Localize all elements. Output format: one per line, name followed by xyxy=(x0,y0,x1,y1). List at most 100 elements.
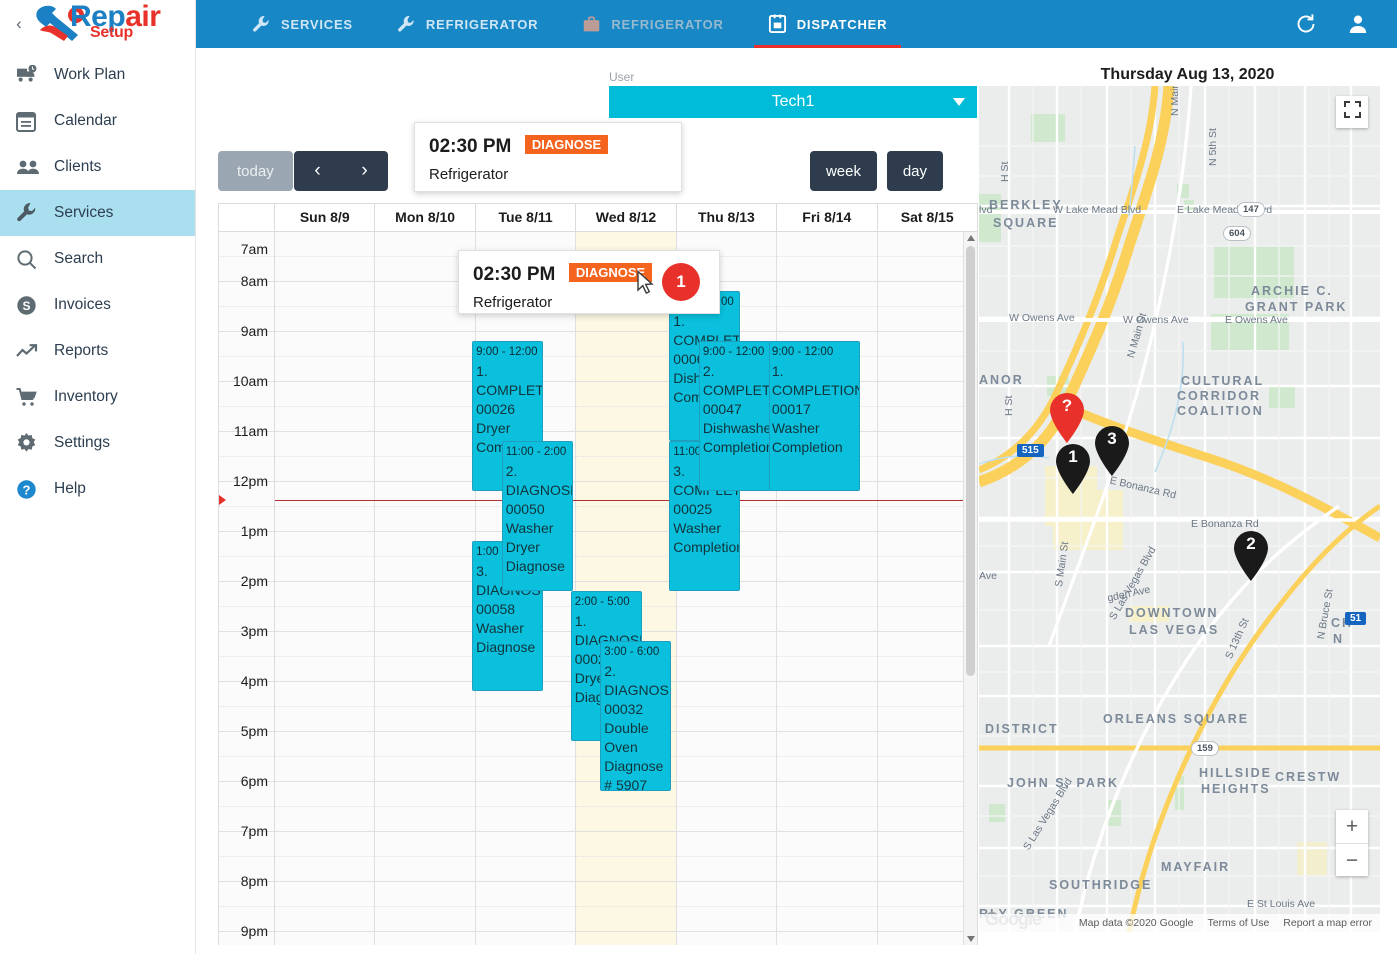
sidebar-item-label: Reports xyxy=(54,342,109,359)
tab-services[interactable]: SERVICES xyxy=(252,0,353,48)
map-label: SOUTHRIDGE xyxy=(1049,878,1153,892)
map-date-title: Thursday Aug 13, 2020 xyxy=(1100,66,1275,83)
map-street-label: lvd xyxy=(979,204,993,216)
event-detail-popup-top[interactable]: 02:30 PM DIAGNOSE Refrigerator xyxy=(414,122,682,192)
sidebar-item-settings[interactable]: Settings xyxy=(0,420,195,466)
time-gutter-header xyxy=(219,204,275,231)
prev-week-button[interactable]: ‹ xyxy=(294,151,341,191)
app-root: ‹ Repair Setup Work Plan Calendar Client… xyxy=(0,0,1397,954)
truck-clock-icon xyxy=(16,65,50,85)
calendar-event[interactable]: 9:00 - 12:00 1. COMPLETION 00017 Washer C… xyxy=(767,341,860,491)
people-icon xyxy=(16,159,50,175)
calendar-icon xyxy=(768,14,787,34)
map-label: ORLEANS SQUARE xyxy=(1103,712,1250,726)
day-header-mon: Mon 8/10 xyxy=(375,204,476,231)
scrollbar-up-arrow[interactable] xyxy=(967,235,975,241)
map-street-label: Ave xyxy=(979,570,997,582)
tab-dispatcher[interactable]: DISPATCHER xyxy=(753,0,901,48)
next-week-button[interactable]: › xyxy=(341,151,388,191)
sidebar-item-search[interactable]: Search xyxy=(0,236,195,282)
hour-label: 12pm xyxy=(232,473,268,489)
map-label: CULTURAL xyxy=(1181,374,1265,388)
map-zoom-in-button[interactable]: + xyxy=(1336,810,1368,843)
map-street-label-h-st-2: H St xyxy=(1003,395,1015,416)
map-pin-1[interactable]: 1 xyxy=(1053,443,1093,495)
hour-label: 3pm xyxy=(240,623,268,639)
sidebar-item-label: Invoices xyxy=(54,296,111,313)
map-pin-unassigned[interactable]: ? xyxy=(1047,392,1087,444)
calendar-icon xyxy=(16,111,50,132)
event-time: 9:00 - 12:00 xyxy=(476,346,538,358)
briefcase-icon xyxy=(582,15,601,34)
sidebar-item-label: Work Plan xyxy=(54,66,126,83)
week-view-button[interactable]: week xyxy=(809,151,877,191)
hour-label: 7am xyxy=(240,241,268,257)
calendar-nav-group: ‹ › xyxy=(294,151,388,191)
sidebar-item-inventory[interactable]: Inventory xyxy=(0,374,195,420)
popup-time: 02:30 PM xyxy=(473,264,556,285)
day-view-button[interactable]: day xyxy=(886,151,943,191)
dispatch-map[interactable]: BERKLEY SQUARE ARCHIE C. GRANT PARK CULT… xyxy=(979,86,1380,932)
map-pin-2[interactable]: 2 xyxy=(1231,530,1271,582)
hour-label: 7pm xyxy=(240,823,268,839)
day-header-wed: Wed 8/12 xyxy=(576,204,677,231)
calendar-scrollbar[interactable] xyxy=(963,232,977,945)
popup-time: 02:30 PM xyxy=(429,136,512,157)
map-label: ARCHIE C. xyxy=(1251,284,1333,298)
popup-body-text: Refrigerator xyxy=(429,166,509,183)
map-pin-label: 2 xyxy=(1246,534,1256,553)
tab-bar: SERVICES REFRIGERATOR REFRIGERATOR DISPA… xyxy=(196,0,1397,48)
map-street-label-n5th: N 5th St xyxy=(1207,128,1219,166)
map-report-error-link[interactable]: Report a map error xyxy=(1283,917,1372,929)
chevron-down-icon xyxy=(953,98,965,106)
map-pin-3[interactable]: 3 xyxy=(1092,425,1132,477)
question-circle-icon: ? xyxy=(16,479,50,500)
calendar-event[interactable]: 3:00 - 6:00 2. DIAGNOSE 00032 Double Oven… xyxy=(600,641,672,791)
wrench-icon xyxy=(252,15,271,34)
user-select-dropdown[interactable]: Tech1 xyxy=(609,86,977,118)
map-zoom-out-button[interactable]: − xyxy=(1336,844,1368,877)
hour-label: 2pm xyxy=(240,573,268,589)
calendar-body: 7am 8am 9am 10am 11am 12pm 1pm 2pm 3pm 4pm 5pm 6pm 7… xyxy=(219,232,977,945)
user-account-icon[interactable] xyxy=(1347,13,1369,35)
sidebar-item-clients[interactable]: Clients xyxy=(0,144,195,190)
sidebar-item-invoices[interactable]: S Invoices xyxy=(0,282,195,328)
user-select-value: Tech1 xyxy=(771,93,815,110)
scrollbar-down-arrow[interactable] xyxy=(967,936,975,942)
tab-label: DISPATCHER xyxy=(796,16,888,32)
hour-label: 8am xyxy=(240,273,268,289)
map-zoom-control: + − xyxy=(1336,810,1368,876)
sidebar-collapse-button[interactable]: ‹ xyxy=(8,13,30,35)
calendar-event[interactable]: 11:00 - 2:00 2. DIAGNOSE 00050 Washer Dry… xyxy=(501,441,573,591)
hour-label: 9am xyxy=(240,323,268,339)
current-time-line xyxy=(275,500,963,501)
sidebar-item-reports[interactable]: Reports xyxy=(0,328,195,374)
map-street-label: W Owens Ave xyxy=(1009,312,1075,324)
today-button[interactable]: today xyxy=(218,151,293,191)
event-title: 1. COMPLETION 00017 Washer Completion xyxy=(771,363,860,455)
scrollbar-thumb[interactable] xyxy=(966,246,975,676)
app-logo: Repair Setup xyxy=(32,0,182,46)
map-label: CRESTW xyxy=(1275,770,1342,784)
calendar-event[interactable]: 9:00 - 12:00 2. COMPLETION 00047 Dishwash… xyxy=(698,341,770,491)
trend-up-icon xyxy=(16,343,50,359)
wrench-icon xyxy=(397,15,416,34)
map-fullscreen-button[interactable] xyxy=(1336,96,1368,128)
sidebar-item-services[interactable]: Services xyxy=(0,190,195,236)
sidebar-header: ‹ Repair Setup xyxy=(0,0,195,48)
sidebar-item-label: Services xyxy=(54,204,114,221)
interstate-shield: 51 xyxy=(1345,612,1367,625)
tab-refrigerator-inventory[interactable]: REFRIGERATOR xyxy=(582,0,723,48)
event-title: 2. COMPLETION 00047 Dishwasher Completio… xyxy=(702,363,770,455)
sidebar-item-work-plan[interactable]: Work Plan xyxy=(0,52,195,98)
map-terms-link[interactable]: Terms of Use xyxy=(1207,917,1269,929)
tab-refrigerator-service[interactable]: REFRIGERATOR xyxy=(397,0,538,48)
map-label: GRANT PARK xyxy=(1245,300,1348,314)
svg-text:?: ? xyxy=(23,482,31,497)
topbar-actions xyxy=(1295,0,1369,48)
sidebar-item-calendar[interactable]: Calendar xyxy=(0,98,195,144)
tab-label: REFRIGERATOR xyxy=(425,16,539,32)
refresh-icon[interactable] xyxy=(1295,13,1317,35)
map-label: HEIGHTS xyxy=(1201,782,1271,796)
sidebar-item-help[interactable]: ? Help xyxy=(0,466,195,512)
